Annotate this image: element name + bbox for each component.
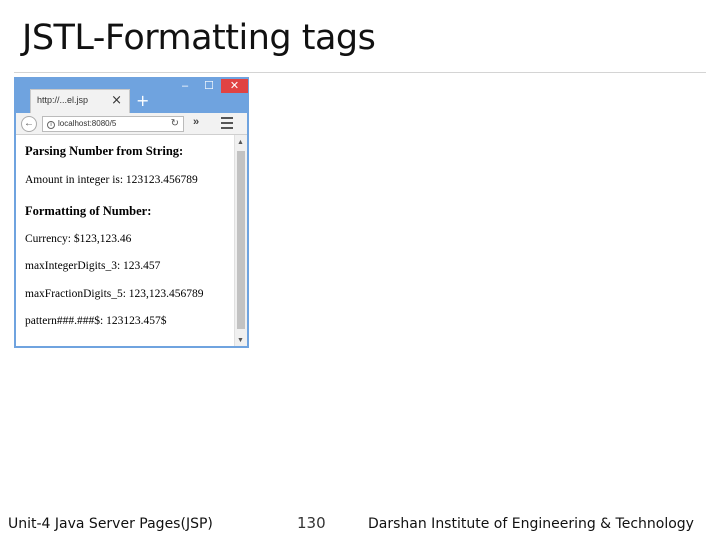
title-divider: [14, 72, 706, 73]
reload-icon[interactable]: ↻: [171, 118, 179, 129]
address-bar[interactable]: i localhost:8080/5 ↻: [42, 116, 184, 132]
footer-page-number: 130: [297, 514, 326, 532]
content-line-max-integer: maxIntegerDigits_3: 123.457: [25, 260, 161, 272]
content-heading-parsing: Parsing Number from String:: [25, 144, 184, 158]
close-tab-icon[interactable]: ×: [111, 93, 122, 108]
overflow-chevron-icon[interactable]: »: [193, 116, 199, 128]
content-heading-formatting: Formatting of Number:: [25, 204, 152, 218]
scroll-up-arrow-icon[interactable]: ▲: [237, 138, 244, 146]
tab-title: http://...el.jsp: [37, 95, 89, 105]
content-line-max-fraction: maxFractionDigits_5: 123,123.456789: [25, 288, 204, 300]
slide-title: JSTL-Formatting tags: [22, 18, 376, 58]
address-url: localhost:8080/5: [58, 119, 117, 128]
new-tab-icon[interactable]: +: [136, 91, 149, 110]
content-line-amount: Amount in integer is: 123123.456789: [25, 174, 198, 186]
browser-tab[interactable]: http://...el.jsp ×: [30, 89, 130, 113]
browser-screenshot: http://...el.jsp × + – ☐ ✕ ← i localhost:…: [14, 77, 249, 348]
minimize-icon[interactable]: –: [174, 79, 196, 93]
info-icon[interactable]: i: [47, 121, 55, 129]
maximize-icon[interactable]: ☐: [198, 79, 220, 93]
browser-tabstrip: http://...el.jsp × + – ☐ ✕: [16, 79, 248, 113]
close-window-icon[interactable]: ✕: [221, 79, 248, 93]
scrollbar-thumb[interactable]: [237, 151, 245, 329]
footer-unit-label: Unit-4 Java Server Pages(JSP): [8, 516, 213, 532]
scroll-down-arrow-icon[interactable]: ▼: [237, 336, 244, 344]
content-line-currency: Currency: $123,123.46: [25, 233, 132, 245]
content-line-pattern: pattern###.###$: 123123.457$: [25, 315, 167, 327]
browser-toolbar: ← i localhost:8080/5 ↻ »: [16, 113, 247, 135]
back-arrow-icon[interactable]: ←: [21, 116, 37, 132]
vertical-scrollbar[interactable]: ▲ ▼: [234, 135, 247, 346]
footer-institute: Darshan Institute of Engineering & Techn…: [368, 516, 694, 532]
hamburger-menu-icon[interactable]: [221, 117, 233, 132]
page-content: Parsing Number from String: Amount in in…: [16, 135, 247, 346]
